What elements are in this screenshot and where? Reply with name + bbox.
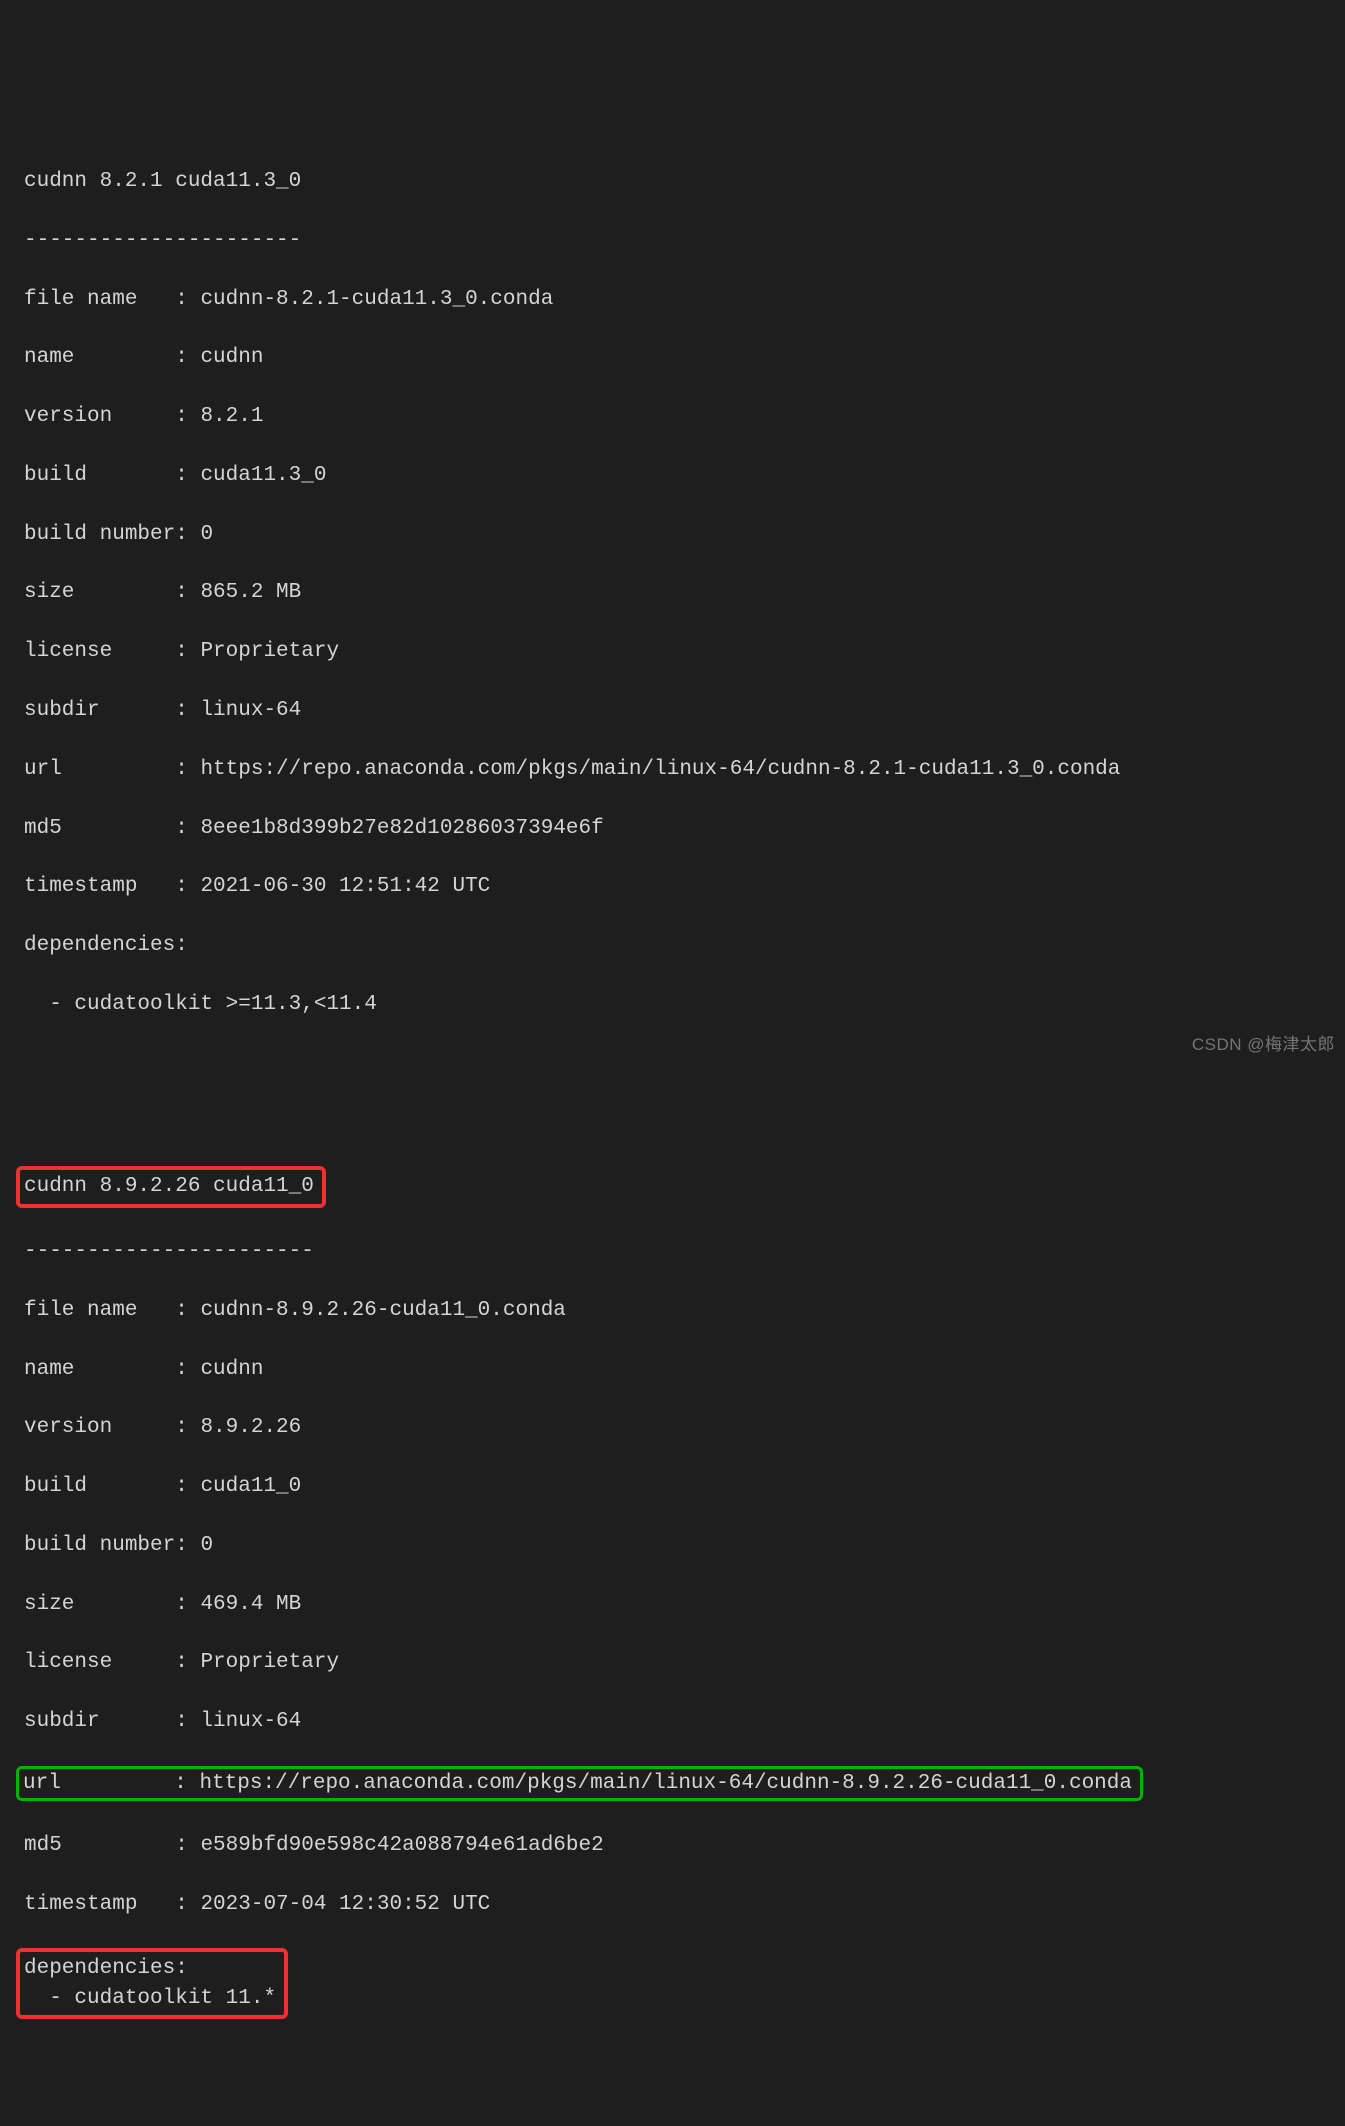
highlight-red-header: cudnn 8.9.2.26 cuda11_0 bbox=[16, 1166, 326, 1207]
build-number-value: 0 bbox=[200, 1531, 213, 1560]
md5-label: md5 : bbox=[24, 814, 200, 843]
timestamp-value: 2021-06-30 12:51:42 UTC bbox=[200, 872, 490, 901]
timestamp-label: timestamp : bbox=[24, 872, 200, 901]
timestamp-value: 2023-07-04 12:30:52 UTC bbox=[200, 1890, 490, 1919]
dependency-item: - cudatoolkit >=11.3,<11.4 bbox=[24, 990, 1321, 1019]
license-label: license : bbox=[24, 1648, 200, 1677]
build-value: cuda11.3_0 bbox=[200, 461, 326, 490]
license-label: license : bbox=[24, 637, 200, 666]
name-label: name : bbox=[24, 1355, 200, 1384]
url-label: url : bbox=[23, 1772, 199, 1795]
package-header-2: cudnn 8.9.2.26 cuda11_0 bbox=[24, 1175, 314, 1198]
watermark: CSDN @梅津太郎 bbox=[1192, 1033, 1335, 1057]
build-number-label: build number: bbox=[24, 520, 200, 549]
license-value: Proprietary bbox=[200, 637, 339, 666]
build-label: build : bbox=[24, 1472, 200, 1501]
license-value: Proprietary bbox=[200, 1648, 339, 1677]
subdir-label: subdir : bbox=[24, 696, 200, 725]
timestamp-label: timestamp : bbox=[24, 1890, 200, 1919]
file-name-label: file name : bbox=[24, 1296, 200, 1325]
terminal-output[interactable]: cudnn 8.2.1 cuda11.3_0 -----------------… bbox=[24, 138, 1321, 2049]
size-value: 469.4 MB bbox=[200, 1590, 301, 1619]
url-value: https://repo.anaconda.com/pkgs/main/linu… bbox=[200, 755, 1120, 784]
header-dashes-1: ---------------------- bbox=[24, 226, 1321, 255]
md5-label: md5 : bbox=[24, 1831, 200, 1860]
build-label: build : bbox=[24, 461, 200, 490]
subdir-value: linux-64 bbox=[200, 1707, 301, 1736]
size-label: size : bbox=[24, 1590, 200, 1619]
name-value: cudnn bbox=[200, 343, 263, 372]
dependency-item: - cudatoolkit 11.* bbox=[24, 1987, 276, 2010]
file-name-label: file name : bbox=[24, 285, 200, 314]
url-label: url : bbox=[24, 755, 200, 784]
version-value: 8.9.2.26 bbox=[200, 1413, 301, 1442]
subdir-value: linux-64 bbox=[200, 696, 301, 725]
size-value: 865.2 MB bbox=[200, 578, 301, 607]
dependencies-label: dependencies: bbox=[24, 1957, 188, 1980]
build-value: cuda11_0 bbox=[200, 1472, 301, 1501]
header-dashes-2: ----------------------- bbox=[24, 1237, 1321, 1266]
dependencies-label: dependencies: bbox=[24, 931, 1321, 960]
file-name-value: cudnn-8.9.2.26-cuda11_0.conda bbox=[200, 1296, 565, 1325]
highlight-red-deps: dependencies: - cudatoolkit 11.* bbox=[16, 1948, 288, 2019]
version-value: 8.2.1 bbox=[200, 402, 263, 431]
name-value: cudnn bbox=[200, 1355, 263, 1384]
md5-value: e589bfd90e598c42a088794e61ad6be2 bbox=[200, 1831, 603, 1860]
md5-value: 8eee1b8d399b27e82d10286037394e6f bbox=[200, 814, 603, 843]
build-number-label: build number: bbox=[24, 1531, 200, 1560]
size-label: size : bbox=[24, 578, 200, 607]
highlight-green-url: url : https://repo.anaconda.com/pkgs/mai… bbox=[16, 1766, 1143, 1801]
subdir-label: subdir : bbox=[24, 1707, 200, 1736]
file-name-value: cudnn-8.2.1-cuda11.3_0.conda bbox=[200, 285, 553, 314]
build-number-value: 0 bbox=[200, 520, 213, 549]
version-label: version : bbox=[24, 402, 200, 431]
version-label: version : bbox=[24, 1413, 200, 1442]
name-label: name : bbox=[24, 343, 200, 372]
url-value: https://repo.anaconda.com/pkgs/main/linu… bbox=[199, 1772, 1132, 1795]
package-header-1: cudnn 8.2.1 cuda11.3_0 bbox=[24, 167, 1321, 196]
